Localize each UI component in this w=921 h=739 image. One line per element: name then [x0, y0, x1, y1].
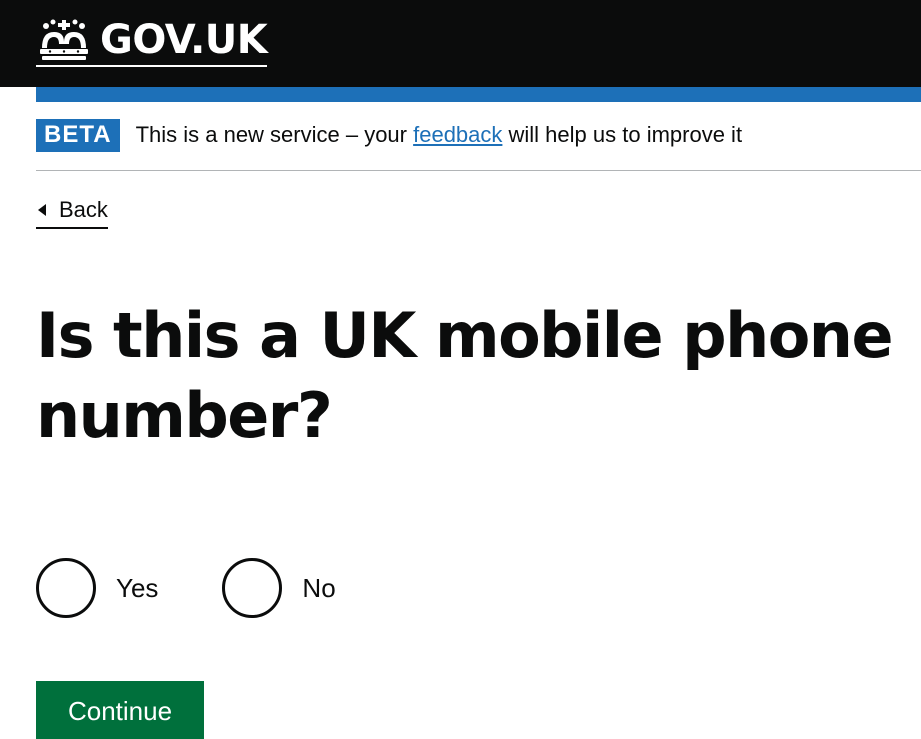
phase-text-after: will help us to improve it	[502, 122, 743, 147]
feedback-link[interactable]: feedback	[413, 122, 502, 147]
phase-banner: BETA This is a new service – your feedba…	[36, 102, 921, 171]
back-link[interactable]: Back	[36, 196, 108, 229]
radio-group: Yes No	[36, 558, 400, 618]
govuk-header: GOV.UK	[0, 0, 921, 87]
back-link-label: Back	[59, 197, 108, 222]
radio-option-yes[interactable]: Yes	[36, 558, 158, 618]
radio-button-yes[interactable]	[36, 558, 96, 618]
radio-button-no[interactable]	[222, 558, 283, 618]
continue-button[interactable]: Continue	[36, 681, 204, 739]
phase-text-before: This is a new service – your	[135, 122, 414, 147]
phase-banner-text: This is a new service – your feedback wi…	[136, 121, 743, 149]
header-blue-bar	[36, 87, 921, 102]
radio-label-no: No	[302, 573, 336, 603]
crown-icon	[36, 18, 92, 62]
radio-label-yes: Yes	[116, 573, 159, 603]
radio-option-no[interactable]: No	[222, 558, 336, 618]
logo-text: GOV.UK	[100, 17, 268, 63]
triangle-left-icon	[38, 204, 46, 216]
page-title: Is this a UK mobile phone number?	[36, 299, 894, 452]
govuk-logo-link[interactable]: GOV.UK	[36, 17, 268, 67]
phase-tag: BETA	[36, 118, 120, 152]
